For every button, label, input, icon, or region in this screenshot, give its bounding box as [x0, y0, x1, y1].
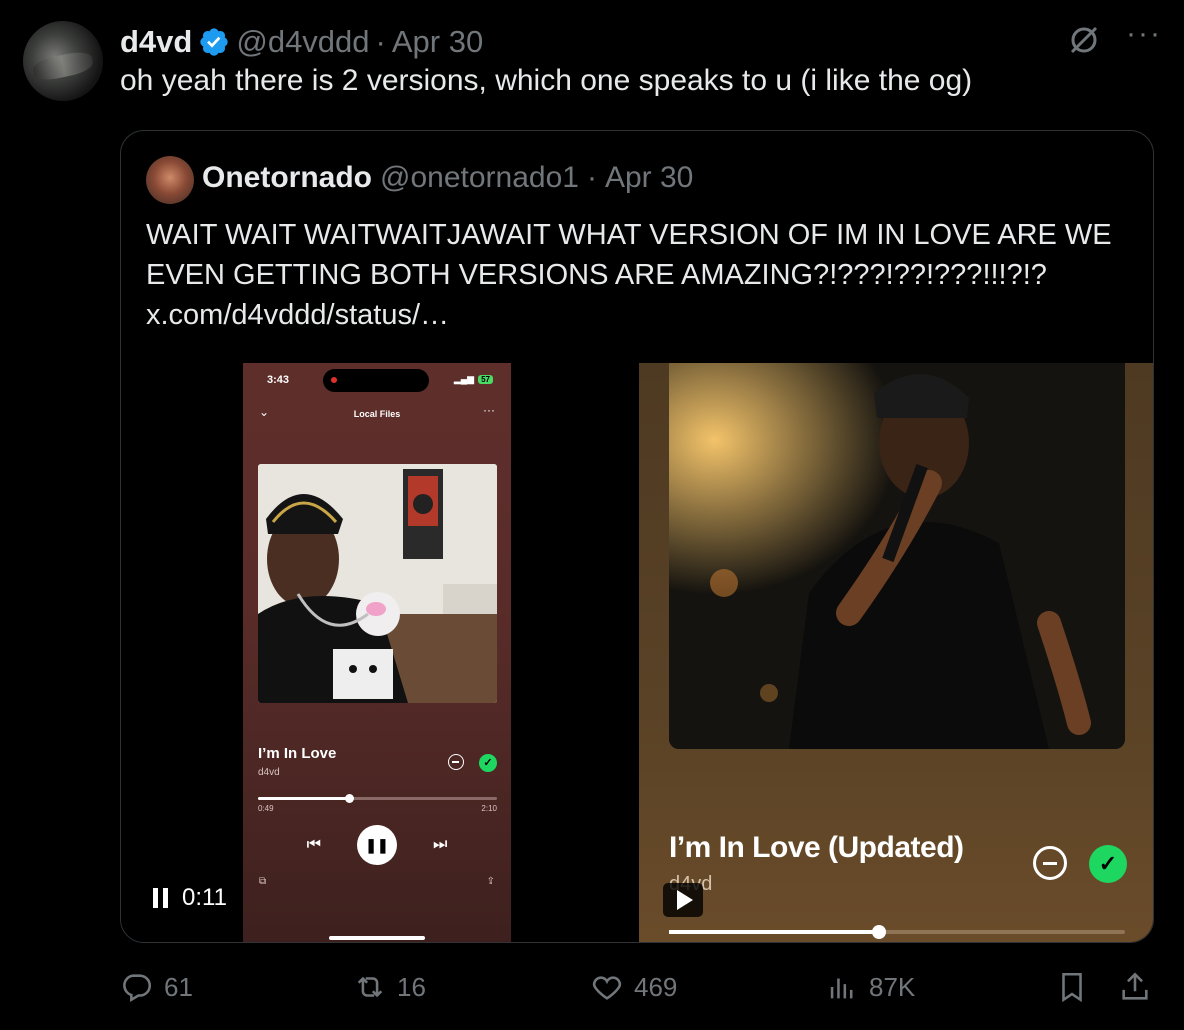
tweet-text: oh yeah there is 2 versions, which one s… — [120, 64, 973, 97]
phone-more-icon: ··· — [483, 403, 495, 417]
phone-progress-fill — [258, 797, 349, 800]
concert-photo-video[interactable]: I’m In Love (Updated) d4vd ✓ — [639, 363, 1153, 942]
like-count: 469 — [634, 971, 678, 1002]
quote-text-line: WAIT WAIT WAITWAITJAWAIT WHAT VERSION OF… — [146, 219, 1112, 251]
quote-text-line: EVEN GETTING BOTH VERSIONS ARE AMAZING?!… — [146, 259, 1047, 291]
repost-button[interactable]: 16 — [353, 970, 426, 1004]
views-icon — [830, 978, 853, 999]
pause-icon: ❚❚ — [357, 825, 397, 865]
share-icon: ⇪ — [486, 876, 495, 887]
grok-icon[interactable] — [1066, 22, 1102, 58]
video-time: 0:11 — [182, 884, 227, 911]
share-button[interactable] — [1118, 970, 1152, 1004]
phone-time: 3:43 — [267, 374, 290, 386]
tweet-top-actions: ··· — [1066, 19, 1162, 58]
photo-song-title: I’m In Love (Updated) — [669, 831, 964, 864]
tweet-header: d4vd @d4vddd · Apr 30 — [120, 24, 483, 60]
quote-author-name[interactable]: Onetornado — [202, 161, 372, 195]
play-icon[interactable] — [663, 883, 703, 917]
separator-dot: · — [375, 24, 386, 59]
album-art — [258, 464, 497, 703]
heart-icon — [592, 976, 622, 1000]
author-handle[interactable]: @d4vddd — [236, 24, 369, 60]
views-button[interactable]: 87K — [825, 970, 915, 1004]
views-count: 87K — [869, 971, 916, 1002]
quote-date[interactable]: Apr 30 — [605, 161, 693, 195]
repost-icon — [357, 976, 383, 998]
phone-playback-controls: ⏮ ❚❚ ⏭ — [243, 825, 511, 865]
next-track-icon: ⏭ — [433, 836, 448, 853]
quote-author-avatar[interactable] — [146, 156, 194, 204]
reply-count: 61 — [164, 971, 193, 1002]
photo-added-check-icon: ✓ — [1089, 845, 1127, 883]
tweet-action-bar: 61 16 469 87K — [120, 970, 1160, 1014]
photo-progress-bar — [669, 925, 1125, 939]
quote-text: WAIT WAIT WAITWAITJAWAIT WHAT VERSION OF… — [146, 215, 1136, 335]
video-pause-icon[interactable] — [153, 888, 168, 908]
photo-progress-fill — [669, 930, 879, 934]
quote-author-handle[interactable]: @onetornado1 — [380, 161, 579, 195]
quote-separator-dot: · — [586, 161, 597, 194]
remove-icon — [448, 754, 464, 770]
phone-song-title: I’m In Love — [258, 745, 337, 762]
home-indicator — [329, 936, 425, 940]
signal-icon: ▂▄▆ — [453, 374, 475, 384]
phone-header-title: Local Files — [353, 409, 401, 419]
photo-progress-knob — [871, 925, 886, 939]
bookmark-button[interactable] — [1055, 970, 1089, 1004]
dynamic-island — [323, 369, 429, 392]
battery-icon: 57 — [478, 375, 493, 384]
bookmark-icon — [1062, 972, 1082, 1003]
tweet-date[interactable]: Apr 30 — [392, 24, 483, 60]
author-avatar[interactable] — [23, 21, 103, 101]
phone-artist: d4vd — [258, 767, 280, 778]
phone-screenshot-video[interactable]: 3:43 ▂▄▆ 57 ⌄ Local Files ··· I’m In Lov… — [243, 363, 511, 942]
like-button[interactable]: 469 — [590, 970, 677, 1004]
phone-elapsed: 0:49 — [258, 804, 274, 813]
phone-progress-knob — [344, 794, 354, 803]
phone-progress-bar — [258, 794, 497, 803]
reply-button[interactable]: 61 — [120, 970, 193, 1004]
added-check-icon: ✓ — [479, 754, 497, 772]
share-upload-icon — [1122, 972, 1148, 1000]
phone-duration: 2:10 — [481, 804, 497, 813]
reply-icon — [123, 974, 152, 1003]
phone-status-bar: ▂▄▆ 57 — [454, 374, 493, 385]
quote-header: Onetornado @onetornado1 · Apr 30 — [202, 161, 693, 195]
previous-track-icon: ⏮ — [306, 836, 321, 853]
photo-remove-icon — [1033, 846, 1067, 880]
quote-link[interactable]: x.com/d4vddd/status/… — [146, 295, 1136, 335]
video-playback-control[interactable]: 0:11 — [145, 878, 235, 918]
concert-photo — [669, 363, 1125, 749]
verified-badge-icon — [200, 28, 229, 56]
devices-icon: ⧉ — [259, 876, 267, 887]
repost-count: 16 — [397, 971, 426, 1002]
more-options-icon[interactable]: ··· — [1126, 19, 1162, 49]
media-container: 3:43 ▂▄▆ 57 ⌄ Local Files ··· I’m In Lov… — [121, 363, 1153, 942]
quoted-tweet[interactable]: Onetornado @onetornado1 · Apr 30 WAIT WA… — [120, 130, 1154, 943]
author-name[interactable]: d4vd — [120, 24, 192, 60]
